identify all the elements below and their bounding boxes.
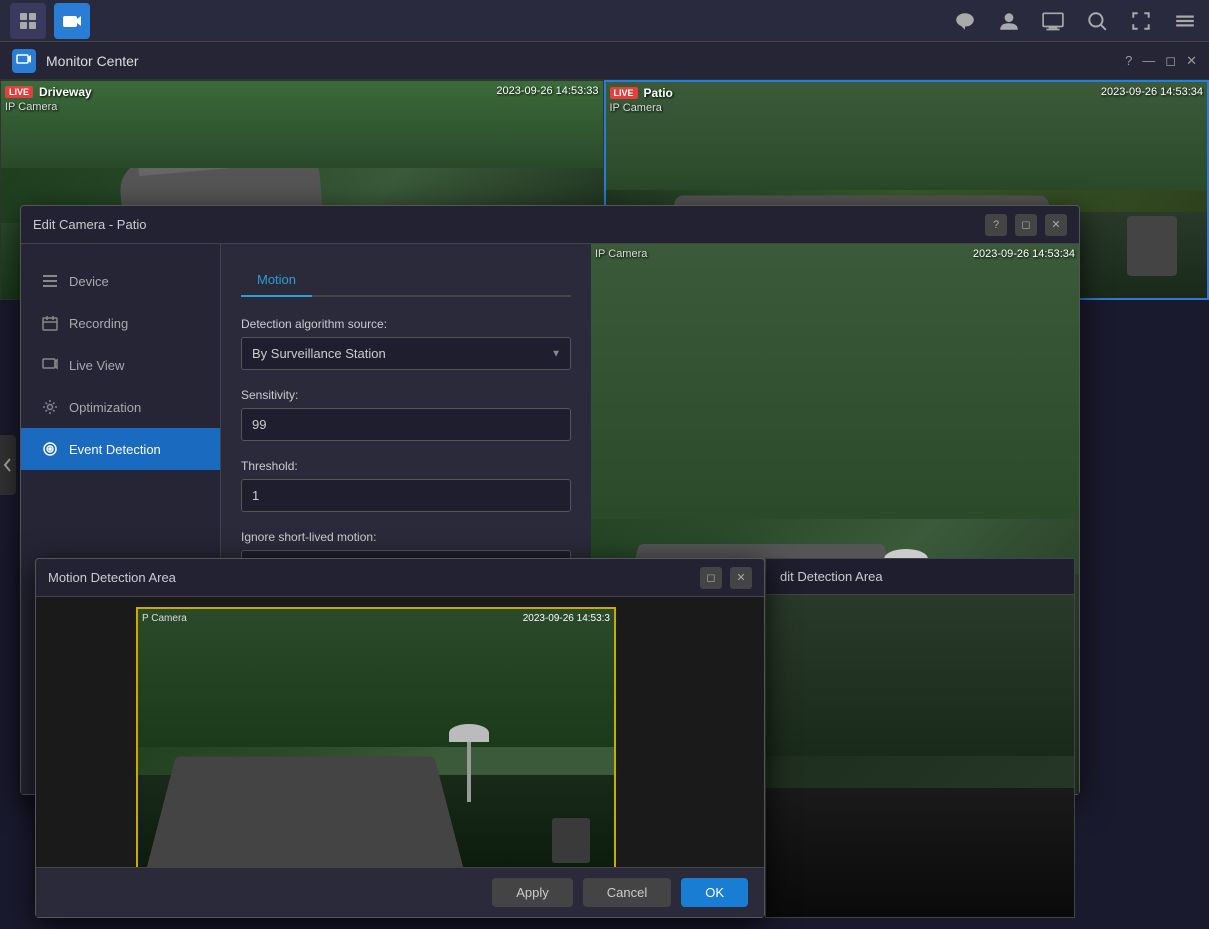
ok-button[interactable]: OK [681,878,748,907]
minimize-btn[interactable]: — [1142,53,1155,68]
monitor-title: Monitor Center [46,53,139,69]
calendar-icon [41,314,59,332]
tab-motion[interactable]: Motion [241,264,312,297]
dialog-controls: ? ◻ ✕ [985,214,1067,236]
motion-dialog-titlebar: Motion Detection Area ◻ ✕ [36,559,764,597]
live-badge-driveway: LIVE [5,86,33,98]
motion-dialog-title: Motion Detection Area [48,570,176,585]
detection-source-label: Detection algorithm source: [241,317,571,331]
list-icon [41,272,59,290]
camera-driveway-ts: 2023-09-26 14:53:33 [496,85,598,97]
tab-bar: Motion [241,264,571,297]
edit-dialog-title: Edit Camera - Patio [33,217,146,232]
detection-right-feed [766,595,1074,917]
monitor-icon [41,356,59,374]
camera-app-icon[interactable] [54,3,90,39]
dialog-help-btn[interactable]: ? [985,214,1007,236]
motion-camera-feed-container: P Camera 2023-09-26 14:53:3 [36,597,764,867]
motion-mattress [145,756,465,867]
motion-camera-frame: P Camera 2023-09-26 14:53:3 [136,607,616,867]
nav-item-optimization[interactable]: Optimization [21,386,220,428]
nav-item-liveview[interactable]: Live View [21,344,220,386]
dialog-close-btn[interactable]: ✕ [1045,214,1067,236]
threshold-group: Threshold: [241,459,571,512]
nav-item-recording[interactable]: Recording [21,302,220,344]
restore-btn[interactable]: ◻ [1165,53,1176,69]
motion-dialog-content: P Camera 2023-09-26 14:53:3 [36,597,764,867]
camera-patio-name: Patio [644,86,673,100]
nav-event-detection-label: Event Detection [69,442,161,457]
detection-source-select-wrapper: By Surveillance Station By Camera [241,337,571,370]
user-icon[interactable] [995,7,1023,35]
threshold-label: Threshold: [241,459,571,473]
sidebar-toggle-arrow[interactable] [0,435,16,495]
detection-right-title: dit Detection Area [780,569,883,584]
taskbar-right [951,7,1199,35]
grid-app-icon[interactable] [10,3,46,39]
motion-chair [552,818,590,863]
nav-item-event-detection[interactable]: Event Detection [21,428,220,470]
threshold-input[interactable] [241,479,571,512]
motion-camera-label: P Camera [142,613,187,624]
ignore-motion-label: Ignore short-lived motion: [241,530,571,544]
nav-liveview-label: Live View [69,358,124,373]
camera-driveway-name: Driveway [39,85,92,99]
camera-patio-sub: IP Camera [610,102,662,114]
menu-icon[interactable] [1171,7,1199,35]
search-icon[interactable] [1083,7,1111,35]
apply-button[interactable]: Apply [492,878,573,907]
monitor-header-controls: ? — ◻ ✕ [1125,53,1197,69]
monitor-header: Monitor Center ? — ◻ ✕ [0,42,1209,80]
nav-item-device[interactable]: Device [21,260,220,302]
detection-right-panel: dit Detection Area [765,558,1075,918]
preview-camera-label: IP Camera [595,248,647,260]
detection-right-header: dit Detection Area [766,559,1074,595]
motion-camera-timestamp: 2023-09-26 14:53:3 [523,613,610,624]
gear-icon [41,398,59,416]
motion-camera-area: P Camera 2023-09-26 14:53:3 [36,597,764,867]
motion-close-btn[interactable]: ✕ [730,567,752,589]
sensitivity-input[interactable] [241,408,571,441]
detection-right-content [766,595,1074,917]
display-icon[interactable] [1039,7,1067,35]
camera-driveway-label-bar: LIVE Driveway [5,85,92,99]
motion-umbrella [467,742,471,802]
motion-maximize-btn[interactable]: ◻ [700,567,722,589]
help-btn[interactable]: ? [1125,53,1132,68]
fullscreen-icon[interactable] [1127,7,1155,35]
sensitivity-label: Sensitivity: [241,388,571,402]
live-badge-patio: LIVE [610,87,638,99]
preview-timestamp: 2023-09-26 14:53:34 [973,248,1075,260]
taskbar [0,0,1209,42]
camera-patio-ts: 2023-09-26 14:53:34 [1101,86,1203,98]
close-btn[interactable]: ✕ [1186,53,1197,69]
chat-icon[interactable] [951,7,979,35]
nav-recording-label: Recording [69,316,128,331]
dialog-restore-btn[interactable]: ◻ [1015,214,1037,236]
monitor-logo [12,49,36,73]
cancel-button[interactable]: Cancel [583,878,671,907]
camera-driveway-sub: IP Camera [5,101,57,113]
edit-dialog-titlebar: Edit Camera - Patio ? ◻ ✕ [21,206,1079,244]
sensitivity-group: Sensitivity: [241,388,571,441]
detection-source-select[interactable]: By Surveillance Station By Camera [241,337,571,370]
patio-chair [1127,216,1177,276]
motion-dialog-footer: Apply Cancel OK [36,867,764,917]
camera-patio-label-bar: LIVE Patio [610,86,673,100]
target-icon [41,440,59,458]
nav-optimization-label: Optimization [69,400,141,415]
detection-source-group: Detection algorithm source: By Surveilla… [241,317,571,370]
nav-device-label: Device [69,274,109,289]
motion-dialog-controls: ◻ ✕ [700,567,752,589]
motion-detection-dialog: Motion Detection Area ◻ ✕ P Camera 2023-… [35,558,765,918]
